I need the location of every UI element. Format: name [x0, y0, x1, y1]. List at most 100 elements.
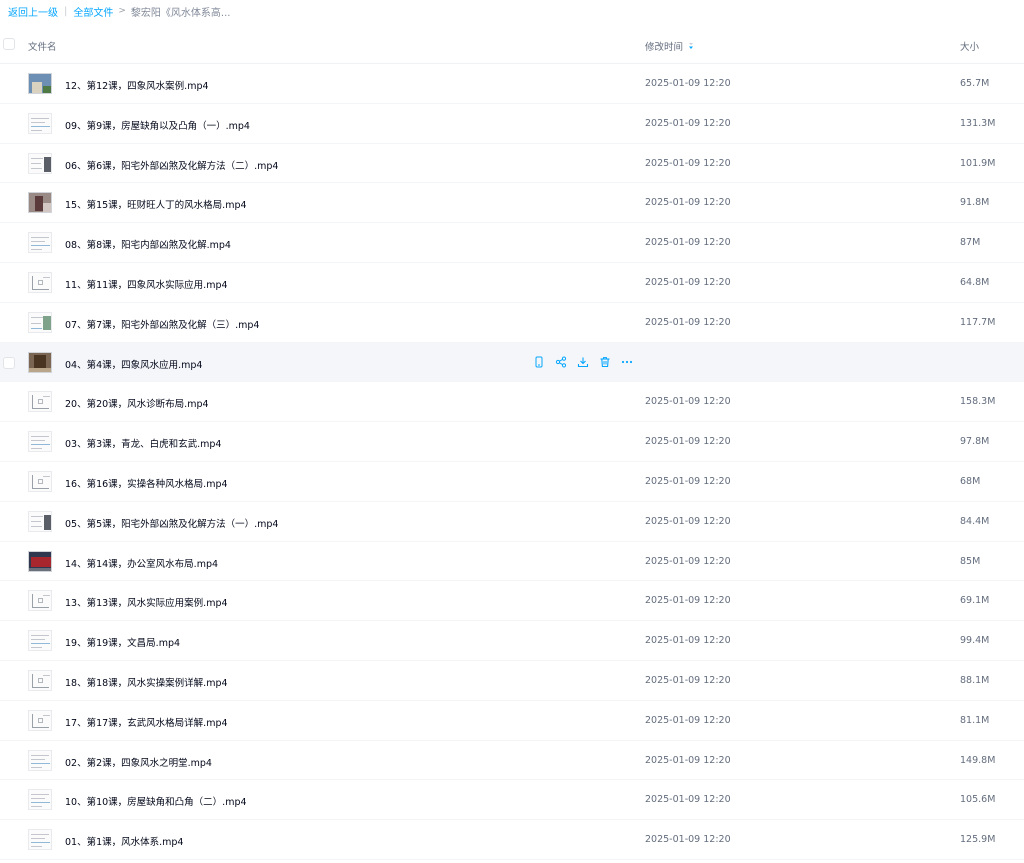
file-size: 84.4M: [960, 515, 990, 527]
file-name[interactable]: 05、第5课，阳宅外部凶煞及化解方法（一）.mp4: [65, 516, 278, 530]
file-size: 85M: [960, 555, 981, 567]
column-header-time[interactable]: 修改时间: [645, 39, 694, 53]
file-name[interactable]: 06、第6课，阳宅外部凶煞及化解方法（二）.mp4: [65, 158, 278, 172]
file-name[interactable]: 04、第4课，四象风水应用.mp4: [65, 357, 202, 371]
all-files-link[interactable]: 全部文件: [73, 4, 113, 19]
row-checkbox[interactable]: [3, 356, 15, 369]
video-thumbnail[interactable]: [28, 152, 52, 174]
file-row[interactable]: 10、第10课，房屋缺角和凸角（二）.mp4 2025-01-09 12:20 10…: [0, 780, 1024, 821]
file-row[interactable]: 17、第17课，玄武风水格局详解.mp4 2025-01-09 12:20 81.1…: [0, 701, 1024, 741]
file-size: 64.8M: [960, 276, 990, 288]
share-icon[interactable]: [554, 355, 568, 369]
file-name[interactable]: 11、第11课，四象风水实际应用.mp4: [65, 277, 228, 291]
breadcrumb: 返回上一级 | 全部文件 > 黎宏阳《风水体系高...: [8, 4, 230, 19]
download-icon[interactable]: [576, 355, 590, 369]
video-thumbnail[interactable]: [28, 391, 52, 413]
file-row[interactable]: 15、第15课，旺财旺人丁的风水格局.mp4 2025-01-09 12:20 91…: [0, 183, 1024, 224]
video-thumbnail[interactable]: [28, 669, 52, 691]
file-name[interactable]: 01、第1课，风水体系.mp4: [65, 834, 183, 848]
file-list-header: 文件名 修改时间 大小: [0, 26, 1024, 64]
file-row[interactable]: 01、第1课，风水体系.mp4 2025-01-09 12:20 125.9M: [0, 820, 1024, 860]
video-thumbnail[interactable]: [28, 431, 52, 453]
video-thumbnail[interactable]: [28, 271, 52, 293]
file-name[interactable]: 02、第2课，四象风水之明堂.mp4: [65, 755, 212, 769]
file-row[interactable]: 02、第2课，四象风水之明堂.mp4 2025-01-09 12:20 149.8M: [0, 741, 1024, 781]
phone-icon[interactable]: [532, 355, 546, 369]
file-row[interactable]: 14、第14课，办公室风水布局.mp4 2025-01-09 12:20 85M: [0, 542, 1024, 582]
file-name[interactable]: 17、第17课，玄武风水格局详解.mp4: [65, 715, 228, 729]
file-name[interactable]: 15、第15课，旺财旺人丁的风水格局.mp4: [65, 197, 247, 211]
file-name[interactable]: 03、第3课，青龙、白虎和玄武.mp4: [65, 436, 221, 450]
file-name[interactable]: 12、第12课，四象风水案例.mp4: [65, 78, 209, 92]
file-modified-time: 2025-01-09 12:20: [645, 674, 731, 686]
file-row[interactable]: 07、第7课，阳宅外部凶煞及化解（三）.mp4 2025-01-09 12:20 1…: [0, 303, 1024, 343]
file-size: 101.9M: [960, 157, 996, 169]
file-name[interactable]: 20、第20课，风水诊断布局.mp4: [65, 396, 209, 410]
video-thumbnail[interactable]: [28, 510, 52, 532]
more-icon[interactable]: [620, 355, 634, 369]
select-all-checkbox[interactable]: [3, 38, 15, 50]
file-name[interactable]: 10、第10课，房屋缺角和凸角（二）.mp4: [65, 794, 247, 808]
video-thumbnail[interactable]: [28, 829, 52, 851]
file-name[interactable]: 14、第14课，办公室风水布局.mp4: [65, 556, 218, 570]
file-name[interactable]: 18、第18课，风水实操案例详解.mp4: [65, 675, 228, 689]
file-modified-time: 2025-01-09 12:20: [645, 714, 731, 726]
video-thumbnail[interactable]: [28, 630, 52, 652]
file-size: 88.1M: [960, 674, 990, 686]
file-name[interactable]: 09、第9课，房屋缺角以及凸角（一）.mp4: [65, 118, 250, 132]
file-modified-time: 2025-01-09 12:20: [645, 475, 731, 487]
file-name[interactable]: 08、第8课，阳宅内部凶煞及化解.mp4: [65, 237, 231, 251]
delete-icon[interactable]: [598, 355, 612, 369]
video-thumbnail[interactable]: [28, 232, 52, 254]
video-thumbnail[interactable]: [28, 550, 52, 572]
column-header-size[interactable]: 大小: [960, 39, 979, 53]
file-row[interactable]: 16、第16课，实操各种风水格局.mp4 2025-01-09 12:20 68M: [0, 462, 1024, 502]
sort-desc-icon[interactable]: [688, 42, 694, 50]
file-row[interactable]: 03、第3课，青龙、白虎和玄武.mp4 2025-01-09 12:20 97.8M: [0, 422, 1024, 462]
file-row[interactable]: 12、第12课，四象风水案例.mp4 2025-01-09 12:20 65.7M: [0, 64, 1024, 104]
video-thumbnail[interactable]: [28, 112, 52, 134]
file-name[interactable]: 16、第16课，实操各种风水格局.mp4: [65, 476, 228, 490]
file-size: 65.7M: [960, 78, 990, 89]
file-name[interactable]: 07、第7课，阳宅外部凶煞及化解（三）.mp4: [65, 317, 259, 331]
file-row[interactable]: 18、第18课，风水实操案例详解.mp4 2025-01-09 12:20 88.1…: [0, 661, 1024, 701]
video-thumbnail[interactable]: [28, 590, 52, 612]
file-row[interactable]: 20、第20课，风水诊断布局.mp4 2025-01-09 12:20 158.3M: [0, 382, 1024, 423]
back-link[interactable]: 返回上一级: [8, 4, 58, 19]
file-size: 97.8M: [960, 436, 990, 448]
file-row[interactable]: 09、第9课，房屋缺角以及凸角（一）.mp4 2025-01-09 12:20 13…: [0, 104, 1024, 144]
video-thumbnail[interactable]: [28, 351, 52, 373]
file-size: 81.1M: [960, 714, 990, 726]
video-thumbnail[interactable]: [28, 709, 52, 731]
file-row[interactable]: 05、第5课，阳宅外部凶煞及化解方法（一）.mp4 2025-01-09 12:2…: [0, 502, 1024, 542]
video-thumbnail[interactable]: [28, 789, 52, 811]
row-actions: [532, 355, 642, 369]
file-modified-time: 2025-01-09 12:20: [645, 635, 731, 647]
video-thumbnail[interactable]: [28, 192, 52, 214]
file-row[interactable]: 06、第6课，阳宅外部凶煞及化解方法（二）.mp4 2025-01-09 12:2…: [0, 144, 1024, 184]
file-row[interactable]: 11、第11课，四象风水实际应用.mp4 2025-01-09 12:20 64.8…: [0, 263, 1024, 303]
breadcrumb-separator: |: [64, 5, 68, 17]
video-thumbnail[interactable]: [28, 749, 52, 771]
file-size: 99.4M: [960, 635, 990, 647]
file-modified-time: 2025-01-09 12:20: [645, 396, 731, 408]
video-thumbnail[interactable]: [28, 73, 52, 94]
column-header-name[interactable]: 文件名: [28, 39, 57, 53]
file-modified-time: 2025-01-09 12:20: [645, 316, 731, 328]
file-modified-time: 2025-01-09 12:20: [645, 436, 731, 448]
video-thumbnail[interactable]: [28, 311, 52, 333]
file-row[interactable]: 13、第13课，风水实际应用案例.mp4 2025-01-09 12:20 69.1…: [0, 581, 1024, 622]
file-size: 149.8M: [960, 754, 996, 766]
file-modified-time: 2025-01-09 12:20: [645, 834, 731, 846]
file-name[interactable]: 13、第13课，风水实际应用案例.mp4: [65, 595, 228, 609]
file-modified-time: 2025-01-09 12:20: [645, 276, 731, 288]
file-row[interactable]: 04、第4课，四象风水应用.mp4: [0, 342, 1024, 383]
file-modified-time: 2025-01-09 12:20: [645, 794, 731, 806]
file-row[interactable]: 08、第8课，阳宅内部凶煞及化解.mp4 2025-01-09 12:20 87M: [0, 223, 1024, 263]
file-size: 131.3M: [960, 117, 996, 129]
video-thumbnail[interactable]: [28, 470, 52, 492]
file-modified-time: 2025-01-09 12:20: [645, 157, 731, 169]
file-size: 87M: [960, 237, 981, 249]
file-row[interactable]: 19、第19课，文昌局.mp4 2025-01-09 12:20 99.4M: [0, 621, 1024, 661]
file-name[interactable]: 19、第19课，文昌局.mp4: [65, 635, 180, 649]
